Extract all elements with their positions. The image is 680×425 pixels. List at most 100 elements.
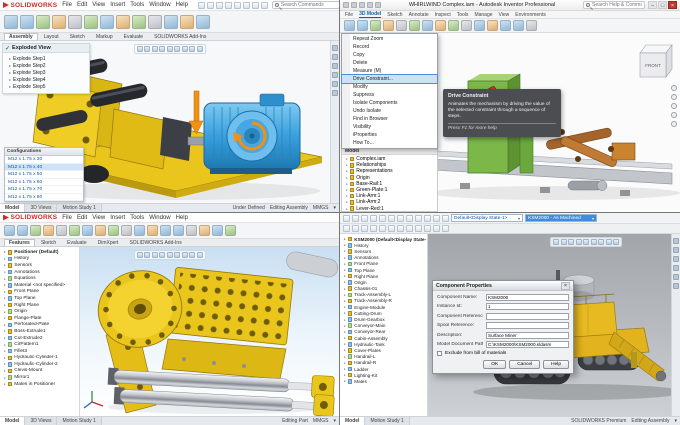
tree-item[interactable]: Equations (1, 275, 78, 282)
menu-item[interactable]: File (61, 2, 73, 8)
undo[interactable] (351, 2, 357, 8)
tree-item[interactable]: History (1, 256, 78, 263)
slider-cylinder[interactable] (567, 180, 608, 191)
field-input[interactable] (486, 322, 569, 329)
ribbon-tab[interactable]: SOLIDWORKS Add-Ins (124, 239, 186, 246)
menu-item[interactable]: iProperties (342, 131, 437, 139)
rebuild[interactable] (406, 214, 413, 222)
undo[interactable] (379, 214, 386, 222)
look-at[interactable] (671, 121, 677, 127)
menu-item[interactable]: Isolate Components (342, 99, 437, 107)
tree-item[interactable]: Origin (1, 308, 78, 315)
configuration-row[interactable]: M12 x 1.75 x 60 (5, 179, 83, 186)
dialog-button[interactable]: Help (543, 360, 569, 369)
appearances-scenes[interactable] (673, 274, 679, 280)
undo[interactable] (233, 1, 241, 9)
document-tab[interactable]: Motion Study 1 (365, 417, 410, 425)
search-input[interactable] (280, 2, 337, 8)
tree-item[interactable]: Fillet3 (1, 348, 78, 355)
open[interactable] (206, 1, 214, 9)
ribbon-tab[interactable]: SOLIDWORKS Add-Ins (149, 33, 211, 40)
rotate-view[interactable] (361, 225, 368, 232)
zoom-fit[interactable] (343, 225, 350, 232)
accept-icon[interactable] (5, 45, 10, 52)
ribbon-tab[interactable]: View (499, 12, 510, 18)
ribbon-tab[interactable]: Environments (515, 12, 546, 18)
tree-item[interactable]: Perforated-Plate (1, 322, 78, 329)
section-view[interactable] (575, 239, 582, 245)
display-style[interactable] (174, 46, 180, 52)
draft[interactable] (134, 225, 145, 236)
design-library[interactable] (673, 247, 679, 253)
ribbon-tab[interactable]: Evaluate (119, 33, 148, 40)
extruded-boss[interactable] (4, 225, 15, 236)
plan[interactable] (513, 20, 524, 31)
pattern[interactable] (422, 20, 433, 31)
menu-item[interactable]: Undo Isolate (342, 107, 437, 115)
ribbon-tab[interactable]: Evaluate (62, 239, 91, 246)
tree-item[interactable]: Boss-Extrude1 (1, 328, 78, 335)
menu-item[interactable]: Tools (129, 2, 145, 8)
revolved-cut[interactable] (82, 225, 93, 236)
save[interactable] (215, 1, 223, 9)
revolved-boss[interactable] (17, 225, 28, 236)
menu-item[interactable]: Suppress (342, 91, 437, 99)
menu-item[interactable]: Visibility (342, 123, 437, 131)
view-orientation[interactable] (583, 239, 589, 245)
select[interactable] (397, 214, 404, 222)
menu-item[interactable]: Repeat Zoom (342, 35, 437, 43)
reference-geometry[interactable] (132, 14, 146, 29)
ribbon-tab[interactable]: Inspect (435, 12, 451, 18)
explode-step[interactable]: Explode Step5 (9, 83, 87, 90)
tree-item[interactable]: Hydraulic-Cylinder-1 (1, 355, 78, 362)
design-library[interactable] (332, 54, 338, 60)
view-orientation[interactable] (166, 252, 173, 258)
document-tab[interactable]: Model (0, 417, 26, 425)
menu-item[interactable]: Window (148, 215, 171, 221)
document-tab[interactable]: 3D Views (25, 204, 58, 212)
menu-item[interactable]: Tools (129, 215, 145, 221)
menu-item[interactable]: Insert (109, 215, 126, 221)
help-search-input[interactable] (592, 2, 642, 8)
copy[interactable] (448, 20, 459, 31)
tree-item[interactable]: CirPattern1 (1, 341, 78, 348)
constrain[interactable] (383, 20, 394, 31)
linear-component-pattern[interactable] (52, 14, 66, 29)
zoom-area[interactable] (144, 46, 150, 52)
configuration-row[interactable]: M12 x 1.75 x 50 (5, 171, 83, 179)
section-view[interactable] (159, 252, 165, 258)
section-view[interactable] (424, 225, 431, 232)
tree-item[interactable]: Sensors (1, 262, 78, 269)
print[interactable] (375, 2, 381, 8)
insert-components[interactable] (20, 14, 34, 29)
place-component[interactable] (344, 20, 355, 31)
configuration-row[interactable]: M12 x 1.75 x 30 (5, 156, 83, 164)
ribbon-tab[interactable]: Annotate (409, 12, 429, 18)
menu-item[interactable]: Record (342, 43, 437, 51)
exploded-view[interactable] (180, 14, 194, 29)
reference-geometry[interactable] (199, 225, 210, 236)
file-explorer[interactable] (332, 63, 338, 69)
dialog-button[interactable]: OK (483, 360, 507, 369)
zoom-fit[interactable] (553, 239, 559, 245)
full-navigation-wheel[interactable] (671, 85, 677, 91)
ribbon-tab[interactable]: Sketch (65, 33, 90, 40)
shaded[interactable] (406, 225, 413, 232)
menu-item[interactable]: Edit (76, 215, 88, 221)
close-icon[interactable] (561, 281, 570, 290)
assembly-features[interactable] (116, 14, 130, 29)
edit-part[interactable] (424, 214, 431, 222)
menu-item[interactable]: View (91, 2, 106, 8)
extruded-cut[interactable] (56, 225, 67, 236)
viewcube-face-label[interactable]: FRONT (645, 63, 661, 68)
free-rotate[interactable] (409, 20, 420, 31)
new[interactable] (197, 1, 205, 9)
edit-appearance[interactable] (605, 239, 612, 245)
menu-item-active[interactable]: Drive Constraint... (341, 74, 438, 84)
menu-item[interactable]: View (91, 215, 106, 221)
drive[interactable] (500, 20, 511, 31)
display-state-select[interactable]: Default<Display State-1> (451, 214, 523, 222)
redo[interactable] (242, 1, 250, 9)
tree-item[interactable]: Right Plane (1, 302, 78, 309)
lofted-boss[interactable] (43, 225, 54, 236)
